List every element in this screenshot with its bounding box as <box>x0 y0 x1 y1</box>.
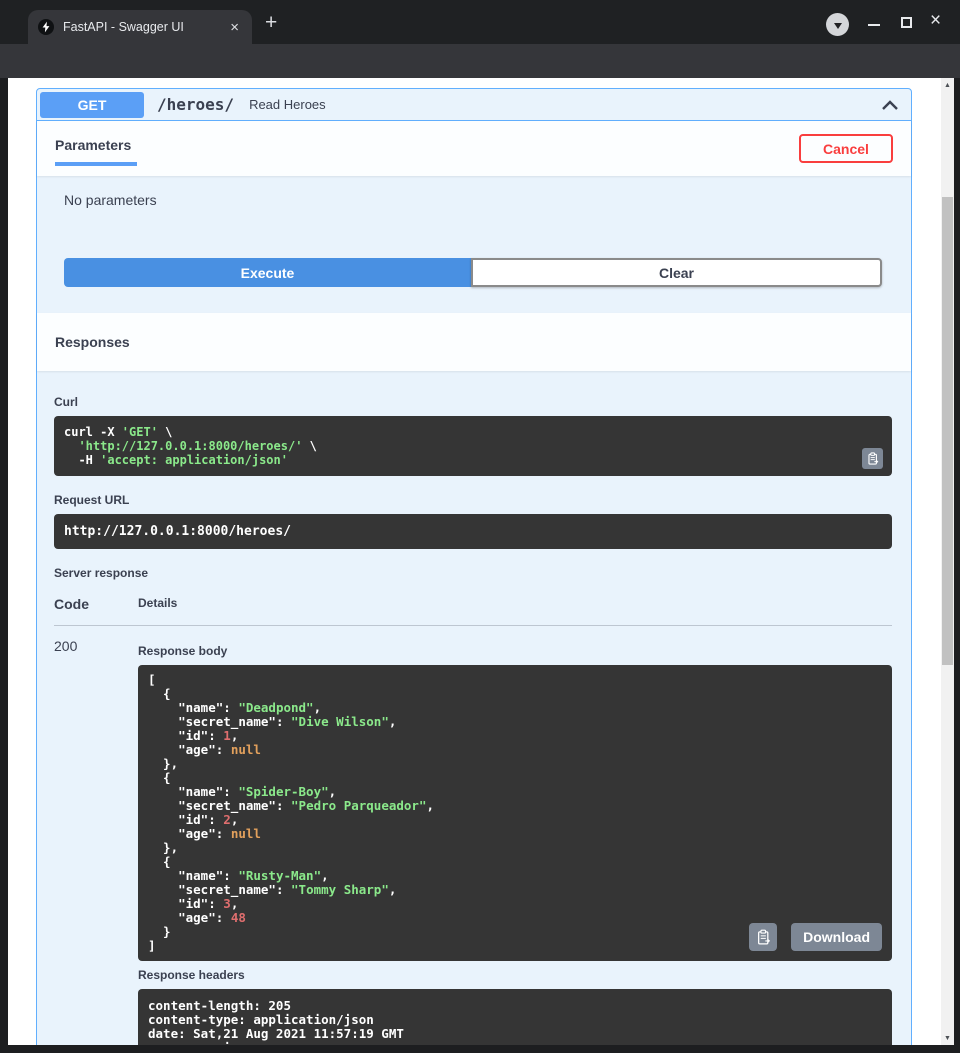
curl-block: curl -X 'GET' \ 'http://127.0.0.1:8000/h… <box>54 416 892 476</box>
swagger-page: GET /heroes/ Read Heroes Parameters Canc… <box>8 78 954 1045</box>
response-headers-block: content-length: 205 content-type: applic… <box>138 989 892 1045</box>
request-url-label: Request URL <box>54 493 892 507</box>
scroll-up-arrow[interactable]: ▲ <box>941 78 954 92</box>
parameters-body: No parameters Execute Clear <box>37 176 911 313</box>
operation-block-get-heroes: GET /heroes/ Read Heroes Parameters Canc… <box>36 88 912 1045</box>
responses-title: Responses <box>55 334 130 350</box>
responses-body: Curl curl -X 'GET' \ 'http://127.0.0.1:8… <box>37 371 911 1045</box>
responses-section-header: Responses <box>37 313 911 371</box>
response-details-cell: Response body [ { "name": "Deadpond", "s… <box>138 637 892 1045</box>
cancel-button[interactable]: Cancel <box>799 134 893 163</box>
copy-response-button[interactable] <box>749 923 777 951</box>
response-body-label: Response body <box>138 644 892 658</box>
scrollbar-thumb[interactable] <box>942 197 953 665</box>
code-column-header: Code <box>54 596 138 612</box>
details-column-header: Details <box>138 596 177 612</box>
operation-summary[interactable]: GET /heroes/ Read Heroes <box>37 89 911 121</box>
curl-label: Curl <box>54 395 892 409</box>
download-button[interactable]: Download <box>791 923 882 951</box>
window-minimize-button[interactable] <box>868 24 880 26</box>
curl-code: curl -X 'GET' \ 'http://127.0.0.1:8000/h… <box>64 425 882 467</box>
operation-path: /heroes/ <box>157 95 234 114</box>
tab-parameters[interactable]: Parameters <box>55 121 133 166</box>
status-code: 200 <box>54 637 138 1045</box>
page-scrollbar[interactable]: ▲ ▼ <box>941 78 954 1045</box>
browser-titlebar: FastAPI - Swagger UI × + × <box>0 0 960 44</box>
scroll-down-arrow[interactable]: ▼ <box>941 1031 954 1045</box>
window-maximize-button[interactable] <box>901 17 912 28</box>
response-headers-label: Response headers <box>138 968 892 982</box>
server-response-row: 200 Response body [ { "name": "Deadpond"… <box>54 626 892 1045</box>
response-body-actions: Download <box>749 923 882 951</box>
copy-curl-button[interactable] <box>862 448 883 469</box>
server-response-label: Server response <box>54 566 892 580</box>
tab-close-icon[interactable]: × <box>227 20 242 35</box>
window-close-button[interactable]: × <box>930 10 941 32</box>
no-parameters-text: No parameters <box>64 192 882 208</box>
operation-description: Read Heroes <box>249 97 326 112</box>
request-url-value: http://127.0.0.1:8000/heroes/ <box>64 524 882 539</box>
new-tab-button[interactable]: + <box>265 11 277 35</box>
response-body-block: [ { "name": "Deadpond", "secret_name": "… <box>138 665 892 961</box>
fastapi-favicon-icon <box>38 19 54 35</box>
tab-title: FastAPI - Swagger UI <box>63 20 227 34</box>
collapse-operation-button[interactable] <box>881 98 899 112</box>
tab-search-button[interactable] <box>826 13 849 36</box>
server-response-table-header: Code Details <box>54 592 892 626</box>
browser-tab[interactable]: FastAPI - Swagger UI × <box>28 10 252 44</box>
execute-button-group: Execute Clear <box>64 258 882 287</box>
clear-button[interactable]: Clear <box>471 258 882 287</box>
response-headers-code: content-length: 205 content-type: applic… <box>148 999 882 1045</box>
method-badge: GET <box>40 92 144 118</box>
execute-button[interactable]: Execute <box>64 258 471 287</box>
request-url-block: http://127.0.0.1:8000/heroes/ <box>54 514 892 549</box>
caret-down-icon <box>834 23 842 29</box>
parameters-section-header: Parameters Cancel <box>37 121 911 176</box>
response-body-code: [ { "name": "Deadpond", "secret_name": "… <box>148 673 882 953</box>
browser-toolbar: ← → 127.0.0.1:8000/docs#/default/read_he… <box>0 44 960 78</box>
